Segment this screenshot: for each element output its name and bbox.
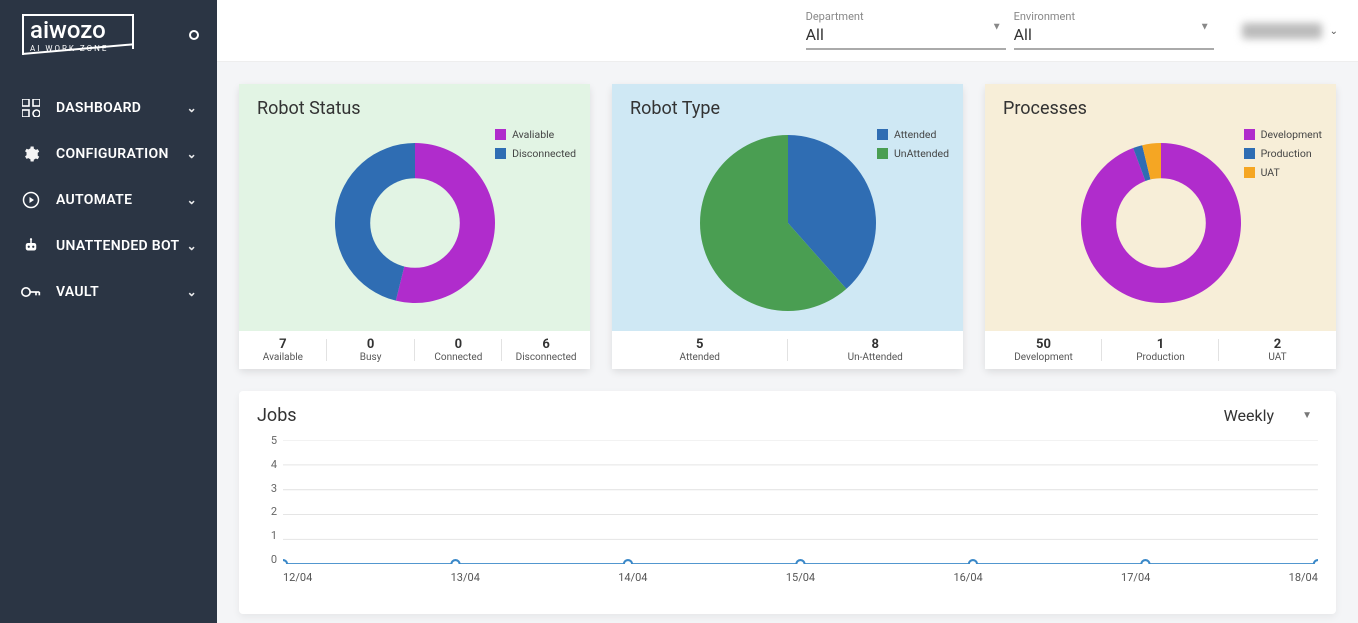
metric-value: 7: [239, 337, 327, 352]
sidebar-item-label: DASHBOARD: [56, 100, 187, 116]
sidebar: aiwozo AI WORK ZONE DASHBOARD ⌄ CONFIGUR…: [0, 0, 217, 623]
brand-name: aiwozo: [30, 18, 126, 42]
card-title: Robot Type: [630, 98, 945, 119]
metric: 7Available: [239, 335, 327, 365]
gear-icon: [20, 143, 42, 165]
dashboard-icon: [20, 97, 42, 119]
chevron-down-icon: ⌄: [187, 101, 197, 115]
metric: 1Production: [1102, 335, 1219, 365]
metric-label: Disconnected: [502, 352, 590, 363]
metric: 8Un-Attended: [788, 335, 964, 365]
filter-value: All: [806, 25, 1006, 44]
metric-label: UAT: [1219, 352, 1336, 363]
sidebar-item-label: AUTOMATE: [56, 192, 187, 208]
card-footer: 50Development1Production2UAT: [985, 331, 1336, 369]
filter-department[interactable]: Department All ▼: [806, 6, 1006, 50]
metric: 5Attended: [612, 335, 788, 365]
card-jobs: Jobs Weekly ▼ 543210 12/0413/0414/0415/0…: [239, 391, 1336, 614]
metric-label: Production: [1102, 352, 1219, 363]
metric-label: Development: [985, 352, 1102, 363]
caret-down-icon: ▼: [1200, 22, 1210, 33]
card-footer: 5Attended8Un-Attended: [612, 331, 963, 369]
sidebar-item-dashboard[interactable]: DASHBOARD ⌄: [10, 85, 207, 131]
x-axis: 12/0413/0414/0415/0416/0417/0418/04: [283, 571, 1318, 584]
chevron-down-icon: ⌄: [187, 239, 197, 253]
metric: 0Connected: [415, 335, 503, 365]
y-axis: 543210: [263, 434, 277, 566]
sidebar-item-vault[interactable]: VAULT ⌄: [10, 269, 207, 315]
metric-label: Busy: [327, 352, 415, 363]
brand-tagline: AI WORK ZONE: [30, 44, 126, 53]
metric-value: 0: [327, 337, 415, 352]
filter-label: Environment: [1014, 10, 1214, 23]
key-icon: [20, 281, 42, 303]
caret-down-icon: ▼: [1302, 410, 1312, 421]
pie-chart: [630, 123, 945, 323]
caret-down-icon: ▼: [992, 22, 1002, 33]
play-icon: [20, 189, 42, 211]
line-chart: 543210 12/0413/0414/0415/0416/0417/0418/…: [279, 434, 1318, 584]
chevron-down-icon: ⌄: [1330, 26, 1338, 37]
sidebar-item-unattended-bot[interactable]: UNATTENDED BOT ⌄: [10, 223, 207, 269]
bot-icon: [20, 235, 42, 257]
chevron-down-icon: ⌄: [187, 147, 197, 161]
sidebar-item-label: VAULT: [56, 284, 187, 300]
metric-value: 5: [612, 337, 788, 352]
card-processes: Processes Development Production UAT 50D…: [985, 84, 1336, 369]
metric-value: 8: [788, 337, 964, 352]
user-name: [1242, 23, 1322, 39]
metric-label: Available: [239, 352, 327, 363]
logo: aiwozo AI WORK ZONE: [22, 14, 134, 55]
sidebar-item-label: UNATTENDED BOT: [56, 238, 187, 254]
metric-label: Un-Attended: [788, 352, 964, 363]
card-footer: 7Available0Busy0Connected6Disconnected: [239, 331, 590, 369]
metric-value: 1: [1102, 337, 1219, 352]
card-title: Jobs: [257, 405, 297, 426]
jobs-range-value: Weekly: [1224, 406, 1275, 425]
filter-environment[interactable]: Environment All ▼: [1014, 6, 1214, 50]
donut-chart: [1003, 123, 1318, 323]
nav: DASHBOARD ⌄ CONFIGURATION ⌄ AUTOMATE ⌄: [0, 85, 217, 315]
metric-value: 50: [985, 337, 1102, 352]
logo-area: aiwozo AI WORK ZONE: [0, 0, 217, 85]
jobs-range-select[interactable]: Weekly ▼: [1224, 406, 1318, 425]
topbar: Department All ▼ Environment All ▼ ⌄: [217, 0, 1358, 62]
card-robot-status: Robot Status Avaliable Disconnected 7Ava…: [239, 84, 590, 369]
metric-value: 2: [1219, 337, 1336, 352]
sidebar-item-configuration[interactable]: CONFIGURATION ⌄: [10, 131, 207, 177]
metric-label: Attended: [612, 352, 788, 363]
metric-value: 0: [415, 337, 503, 352]
card-robot-type: Robot Type Attended UnAttended 5Attended…: [612, 84, 963, 369]
filter-label: Department: [806, 10, 1006, 23]
donut-chart: [257, 123, 572, 323]
card-title: Processes: [1003, 98, 1318, 119]
metric-value: 6: [502, 337, 590, 352]
metric: 6Disconnected: [502, 335, 590, 365]
card-title: Robot Status: [257, 98, 572, 119]
sidebar-item-automate[interactable]: AUTOMATE ⌄: [10, 177, 207, 223]
collapse-icon[interactable]: [189, 30, 199, 40]
user-menu[interactable]: ⌄: [1242, 6, 1338, 46]
metric: 50Development: [985, 335, 1102, 365]
metric-label: Connected: [415, 352, 503, 363]
metric: 2UAT: [1219, 335, 1336, 365]
chevron-down-icon: ⌄: [187, 285, 197, 299]
metric: 0Busy: [327, 335, 415, 365]
filter-value: All: [1014, 25, 1214, 44]
chevron-down-icon: ⌄: [187, 193, 197, 207]
sidebar-item-label: CONFIGURATION: [56, 146, 187, 162]
content: Robot Status Avaliable Disconnected 7Ava…: [217, 62, 1358, 623]
